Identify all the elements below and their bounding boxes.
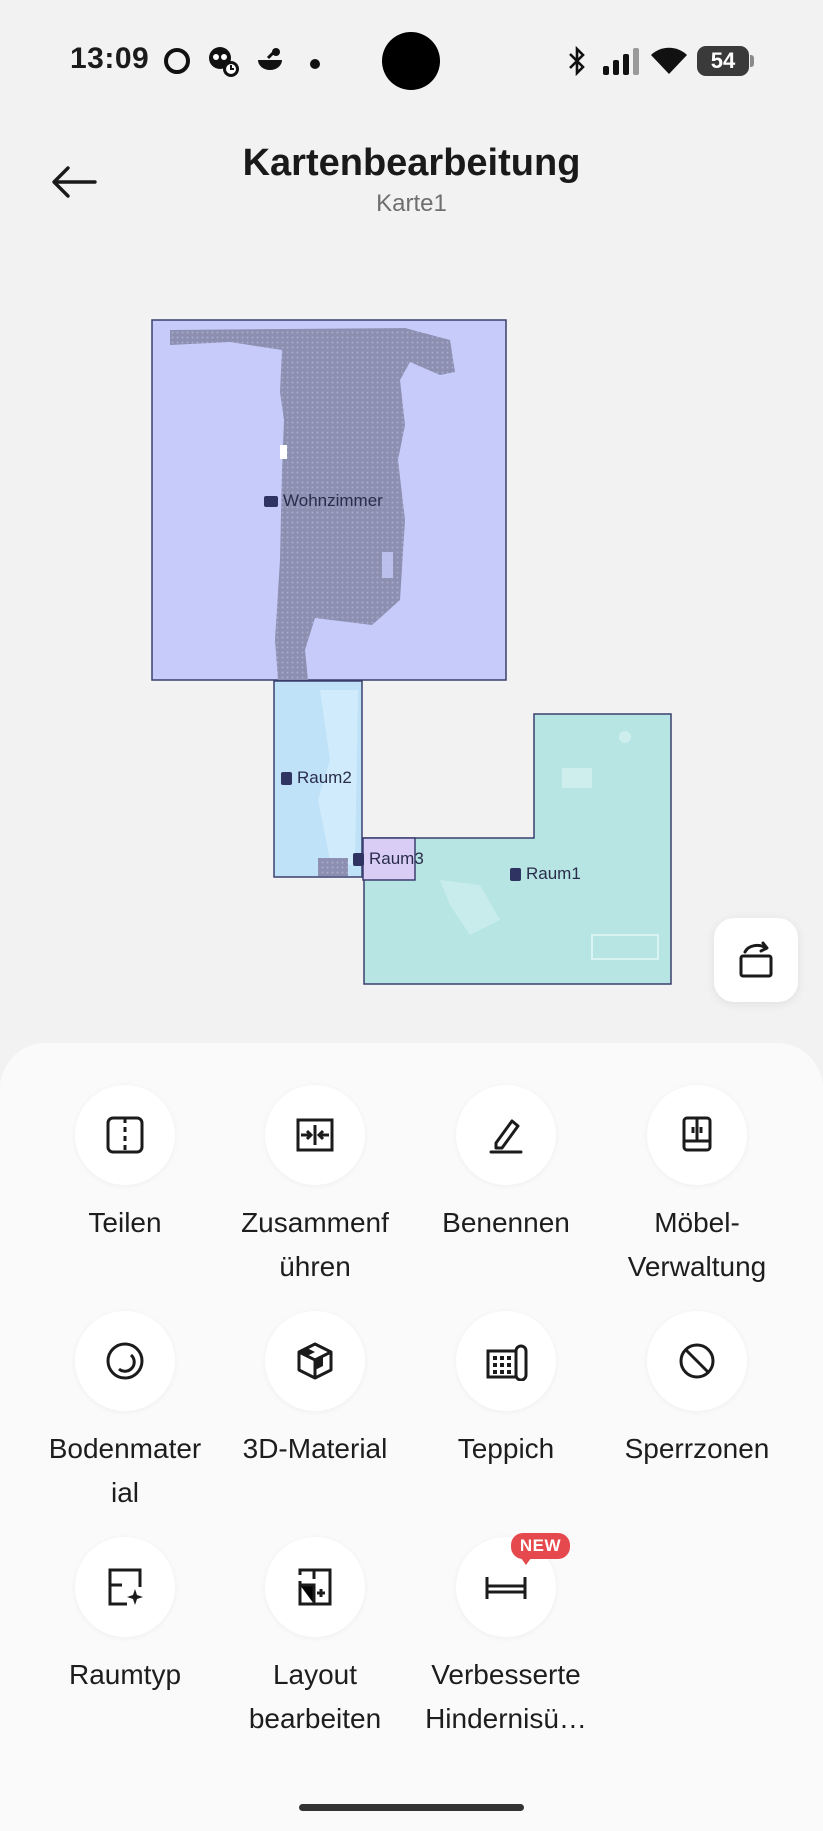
sofa-icon xyxy=(264,495,278,507)
map-name: Karte1 xyxy=(376,190,447,217)
rotate-map-button[interactable] xyxy=(714,918,798,1002)
room-label-wohnzimmer: Wohnzimmer xyxy=(264,491,383,511)
tool-obstacle-avoidance[interactable]: NEW Verbesserte Hindernisü… xyxy=(411,1533,601,1741)
bluetooth-icon xyxy=(566,45,588,81)
tool-edit-layout[interactable]: Layout bearbeiten xyxy=(220,1537,410,1741)
bed-icon: NEW xyxy=(456,1533,570,1637)
tool-sheet: Teilen Zusammenf ühren Benennen Möbel- V… xyxy=(0,1043,823,1831)
layout-icon xyxy=(265,1537,365,1637)
tool-label: Teppich xyxy=(457,1433,555,1464)
camera-cutout xyxy=(382,32,440,90)
monkey-icon xyxy=(206,44,242,83)
tool-carpet[interactable]: Teppich xyxy=(411,1311,601,1471)
furniture-icon xyxy=(647,1085,747,1185)
room-label-raum3: Raum3 xyxy=(353,849,424,869)
tool-floor-material[interactable]: Bodenmater ial xyxy=(30,1311,220,1515)
tool-furniture[interactable]: Möbel- Verwaltung xyxy=(602,1085,792,1289)
tool-label: Bodenmater ial xyxy=(48,1433,202,1508)
rotate-icon xyxy=(739,941,773,978)
tool-label: 3D-Material xyxy=(242,1433,388,1464)
tool-rename[interactable]: Benennen xyxy=(411,1085,601,1245)
room-name: Raum3 xyxy=(369,849,424,868)
battery-icon: 54 xyxy=(697,46,755,76)
tool-label: Layout bearbeiten xyxy=(248,1659,382,1734)
tool-3d-material[interactable]: 3D-Material xyxy=(220,1311,410,1471)
no-go-icon xyxy=(647,1311,747,1411)
merge-icon xyxy=(265,1085,365,1185)
room-name: Wohnzimmer xyxy=(283,491,383,510)
room-name: Raum2 xyxy=(297,768,352,787)
tool-label: Möbel- Verwaltung xyxy=(627,1207,767,1282)
new-badge: NEW xyxy=(510,1533,570,1565)
tool-label: Zusammenf ühren xyxy=(241,1207,389,1282)
door-icon xyxy=(353,852,364,866)
status-bar: 13:09 54 xyxy=(0,0,823,124)
signal-icon xyxy=(602,48,640,81)
map-canvas[interactable]: Wohnzimmer Raum2 Raum3 Raum1 xyxy=(0,300,823,1020)
battery-level: 54 xyxy=(697,46,749,76)
room-type-icon xyxy=(75,1537,175,1637)
door-icon xyxy=(510,867,521,881)
tool-label: Verbesserte Hindernisü… xyxy=(425,1659,587,1734)
pencil-icon xyxy=(456,1085,556,1185)
cube-icon xyxy=(265,1311,365,1411)
tool-split[interactable]: Teilen xyxy=(30,1085,220,1245)
wifi-icon xyxy=(650,46,688,81)
tool-label: Teilen xyxy=(88,1207,162,1238)
home-indicator[interactable] xyxy=(299,1804,524,1811)
alarm-icon xyxy=(254,44,286,81)
tool-label: Benennen xyxy=(442,1207,570,1238)
tool-label: Raumtyp xyxy=(68,1659,182,1690)
floor-material-icon xyxy=(75,1311,175,1411)
dot-icon xyxy=(310,56,320,74)
carpet-icon xyxy=(456,1311,556,1411)
room-label-raum2: Raum2 xyxy=(281,768,352,788)
tool-no-go-zones[interactable]: Sperrzonen xyxy=(602,1311,792,1471)
room-label-raum1: Raum1 xyxy=(510,864,581,884)
page-title: Kartenbearbeitung xyxy=(242,142,581,184)
door-icon xyxy=(281,771,292,785)
room-name: Raum1 xyxy=(526,864,581,883)
circle-icon xyxy=(162,46,192,81)
status-time: 13:09 xyxy=(70,42,150,75)
split-icon xyxy=(75,1085,175,1185)
tool-merge[interactable]: Zusammenf ühren xyxy=(220,1085,410,1289)
tool-label: Sperrzonen xyxy=(624,1433,770,1464)
tool-room-type[interactable]: Raumtyp xyxy=(30,1537,220,1697)
